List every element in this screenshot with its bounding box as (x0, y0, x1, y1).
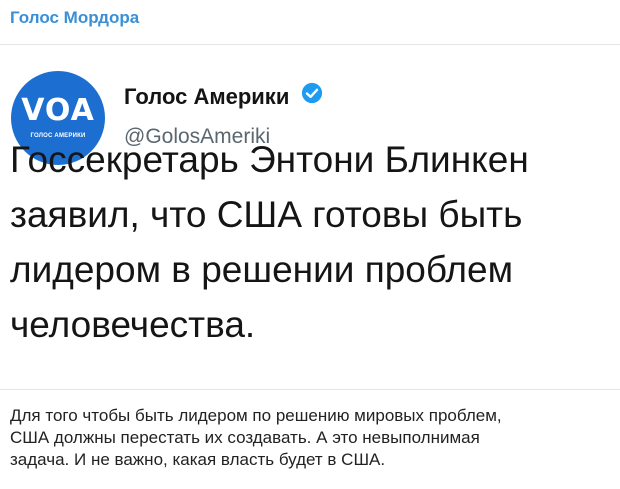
caption-line: задача. И не важно, какая власть будет в… (10, 450, 386, 469)
tweet-line: лидером в решении проблем (10, 249, 514, 290)
tweet-account-name: Голос Америки (124, 82, 323, 110)
verified-badge-icon (301, 82, 323, 110)
voa-logo-text: VOA (21, 93, 95, 128)
caption-line: США должны перестать их создавать. А это… (10, 428, 480, 447)
channel-name[interactable]: Голос Мордора (10, 8, 139, 28)
post-caption: Для того чтобы быть лидером по решению м… (10, 405, 610, 471)
tweet-line: человечества. (10, 304, 256, 345)
tweet-line: Госсекретарь Энтони Блинкен (10, 139, 529, 180)
tweet-text: Госсекретарь Энтони Блинкен заявил, что … (10, 132, 610, 352)
caption-line: Для того чтобы быть лидером по решению м… (10, 406, 502, 425)
account-name-label: Голос Америки (124, 84, 290, 109)
tweet-line: заявил, что США готовы быть (10, 194, 523, 235)
